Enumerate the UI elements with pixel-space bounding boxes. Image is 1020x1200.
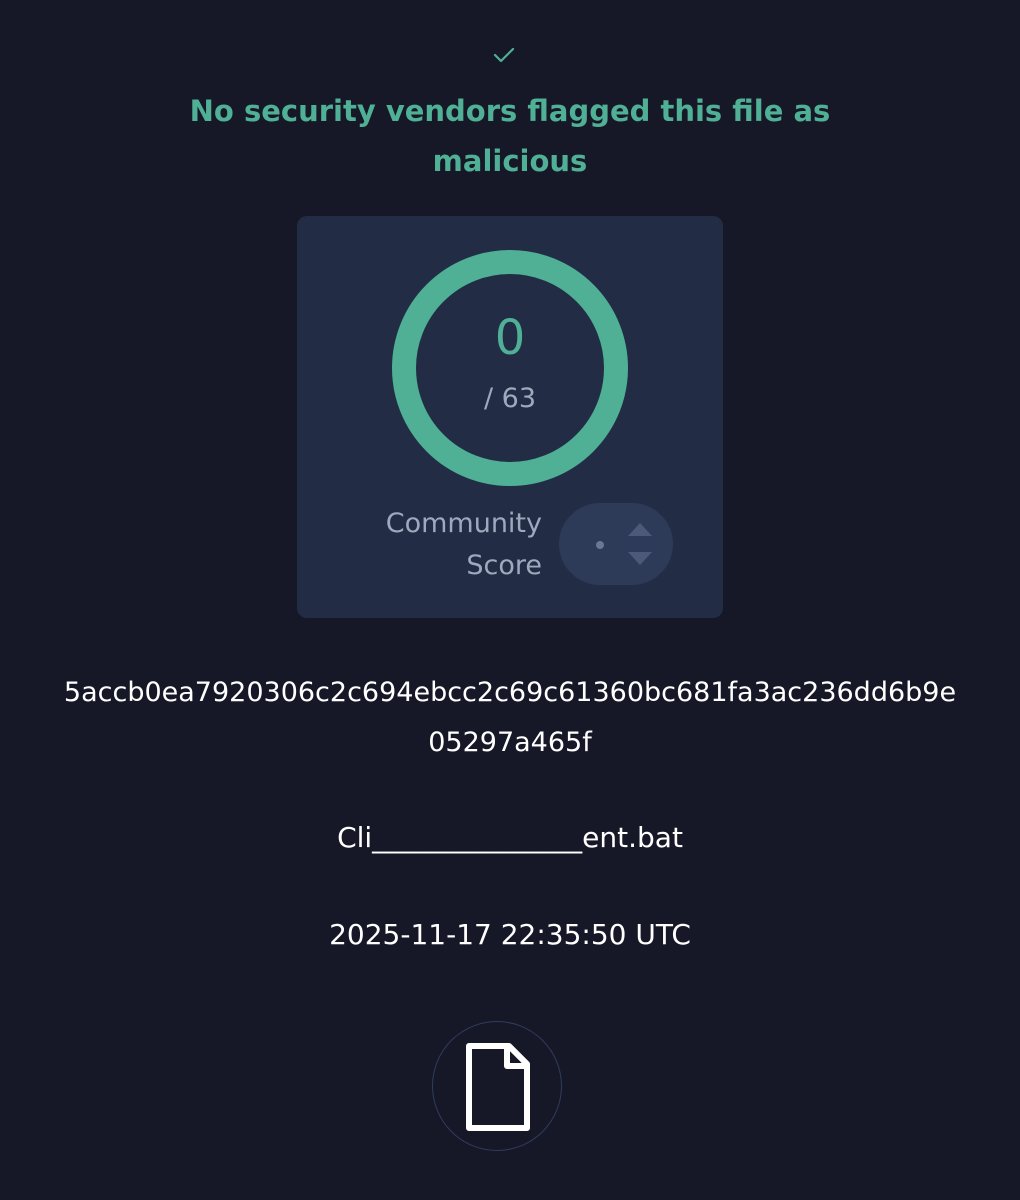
arrow-up-icon[interactable] — [626, 520, 654, 540]
detection-count: 0 — [494, 310, 526, 366]
file-hash: 5accb0ea7920306c2c694ebcc2c69c61360bc681… — [63, 677, 957, 758]
detection-ring — [392, 250, 628, 486]
verdict-heading: No security vendors flagged this file as… — [189, 94, 831, 178]
arrow-down-icon[interactable] — [626, 548, 654, 568]
detection-total: / 63 — [483, 383, 537, 414]
community-vote-widget — [559, 503, 673, 585]
analysis-timestamp: 2025-11-17 22:35:50 UTC — [329, 918, 691, 951]
community-score-label: Community Score — [385, 508, 542, 581]
file-name: Cli_______________ent.bat — [337, 821, 683, 854]
file-icon — [466, 1043, 530, 1131]
check-icon — [493, 47, 515, 63]
detection-score-card: 0 / 63 Community Score — [297, 216, 723, 618]
community-score-value — [596, 541, 604, 549]
file-type-button[interactable] — [432, 1021, 562, 1151]
